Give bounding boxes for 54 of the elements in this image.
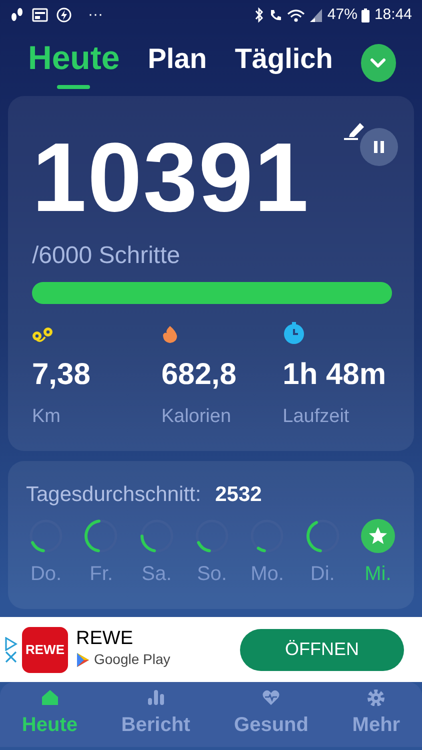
heartbeat-icon bbox=[262, 689, 280, 706]
time-text: 18:44 bbox=[374, 4, 412, 25]
stat-value: 1h 48m bbox=[282, 357, 388, 393]
pause-icon bbox=[374, 141, 384, 153]
day-label[interactable]: Mi. bbox=[364, 558, 392, 588]
stat-label: Laufzeit bbox=[282, 405, 350, 429]
gear-icon bbox=[367, 689, 386, 706]
store-name: Google Play bbox=[94, 650, 170, 670]
pause-button[interactable] bbox=[360, 128, 398, 166]
stat-value: 7,38 bbox=[32, 357, 92, 393]
step-count: 10391 bbox=[32, 128, 310, 226]
pencil-icon[interactable] bbox=[344, 120, 366, 140]
home-icon bbox=[40, 689, 59, 706]
day-label[interactable]: Mo. bbox=[250, 558, 284, 588]
footprint-icon bbox=[10, 7, 24, 23]
more-text: ··· bbox=[88, 4, 103, 25]
wifi-icon bbox=[287, 8, 306, 22]
nav-tab[interactable]: Mehr bbox=[352, 689, 400, 740]
phone-icon bbox=[268, 8, 284, 22]
nav-tab[interactable]: Gesund bbox=[234, 689, 308, 740]
app-name: REWE bbox=[76, 628, 134, 650]
stat-value: 682,8 bbox=[161, 357, 238, 393]
day-label[interactable]: Sa. bbox=[142, 558, 172, 588]
average-label: Tagesdurchschnitt: bbox=[26, 482, 202, 508]
flame-icon bbox=[161, 325, 180, 344]
stopwatch-icon bbox=[282, 322, 305, 344]
battery-icon bbox=[361, 8, 370, 22]
close-icon[interactable] bbox=[5, 650, 17, 662]
dropdown-button[interactable] bbox=[360, 44, 396, 82]
stat-label: Kalorien bbox=[161, 405, 232, 429]
bolt-icon bbox=[56, 7, 72, 23]
bar-chart-icon bbox=[146, 689, 165, 706]
play-store-icon bbox=[76, 652, 90, 668]
day-label[interactable]: Di. bbox=[310, 558, 335, 588]
day-label[interactable]: Fr. bbox=[90, 558, 113, 588]
tab[interactable]: Plan bbox=[148, 40, 207, 86]
tab[interactable]: Täglich bbox=[234, 40, 333, 86]
signal-icon bbox=[309, 8, 324, 22]
day-label[interactable]: Do. bbox=[30, 558, 62, 588]
adchoices-icon[interactable] bbox=[4, 636, 18, 650]
average-value: 2532 bbox=[215, 482, 262, 508]
battery-text: 47% bbox=[327, 4, 358, 25]
news-icon bbox=[32, 8, 48, 22]
nav-tab[interactable]: Bericht bbox=[121, 689, 190, 740]
nav-tab[interactable]: Heute bbox=[22, 689, 78, 740]
open-button[interactable]: ÖFFNEN bbox=[240, 628, 404, 670]
bluetooth-icon bbox=[254, 7, 264, 23]
tab[interactable]: Heute bbox=[28, 37, 120, 89]
route-icon bbox=[32, 327, 54, 344]
chevron-icon bbox=[370, 58, 386, 68]
step-goal: /6000 Schritte bbox=[32, 241, 182, 271]
stat-label: Km bbox=[32, 405, 62, 429]
app-logo: REWE bbox=[22, 626, 68, 672]
day-label[interactable]: So. bbox=[196, 558, 227, 588]
